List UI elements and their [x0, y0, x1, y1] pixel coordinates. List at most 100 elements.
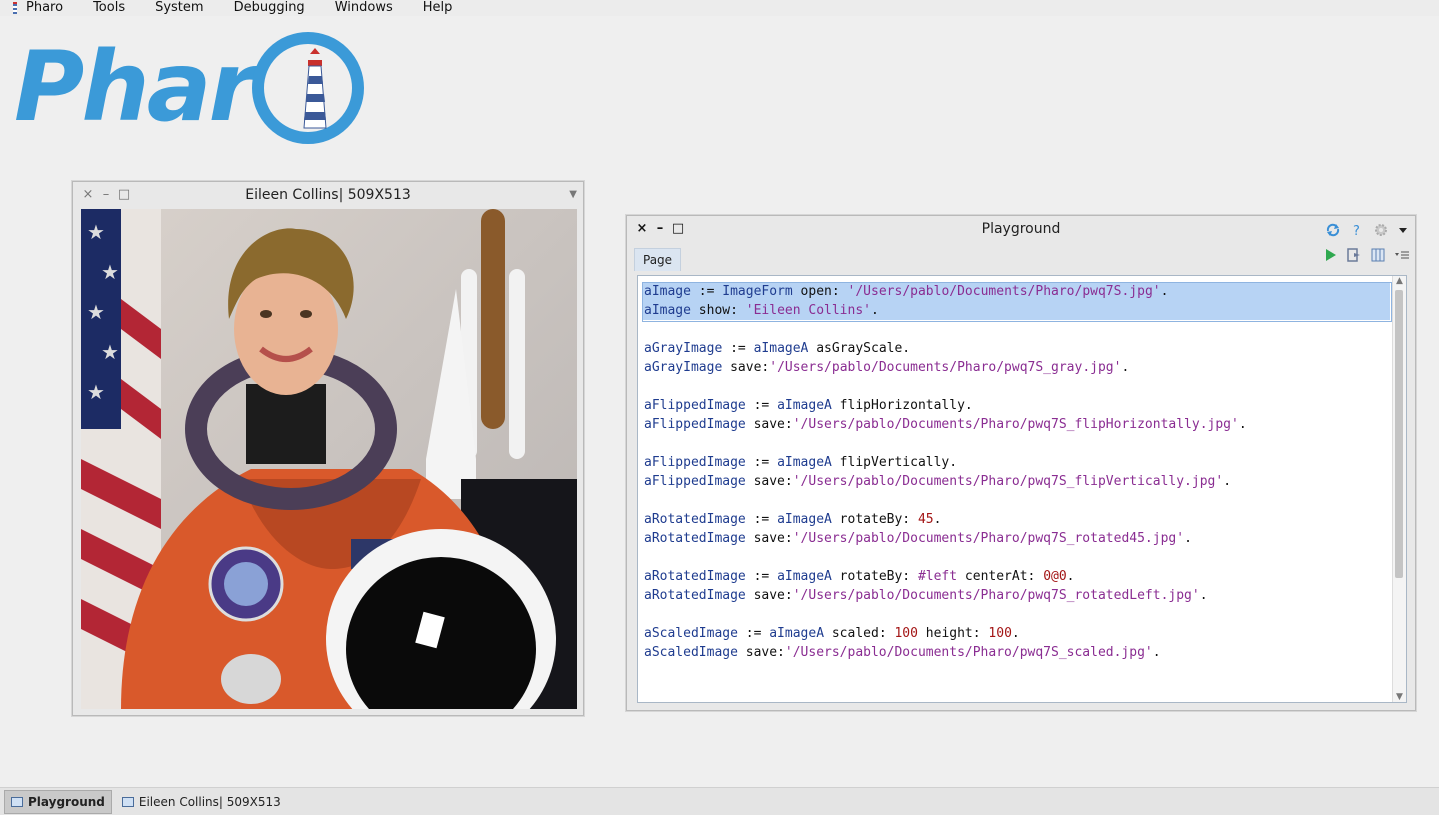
sync-icon[interactable]	[1325, 222, 1341, 238]
code-token: .	[1011, 626, 1020, 641]
code-line[interactable]	[642, 548, 1390, 567]
code-line[interactable]: aGrayImage save:'/Users/pablo/Documents/…	[642, 358, 1390, 377]
svg-text:★: ★	[101, 340, 119, 364]
code-token: 100	[988, 626, 1012, 641]
code-token: aRotatedImage	[644, 569, 746, 584]
code-token: aGrayImage	[644, 341, 723, 356]
code-line[interactable]	[642, 377, 1390, 396]
code-line[interactable]: aImage := ImageForm open: '/Users/pablo/…	[642, 282, 1390, 301]
code-token: open:	[792, 284, 848, 299]
code-token: aScaledImage	[644, 626, 738, 641]
code-token: aFlippedImage	[644, 417, 746, 432]
scroll-down-arrow-icon[interactable]: ▼	[1393, 692, 1406, 702]
scrollbar-thumb[interactable]	[1395, 290, 1403, 578]
menu-debugging[interactable]: Debugging	[234, 0, 305, 16]
code-token: .	[1160, 284, 1169, 299]
close-icon[interactable]: ×	[79, 182, 97, 208]
code-token: .	[1238, 417, 1247, 432]
svg-text:★: ★	[101, 260, 119, 284]
code-token: #left	[917, 569, 958, 584]
code-line[interactable]: aFlippedImage save:'/Users/pablo/Documen…	[642, 472, 1390, 491]
code-token: .	[1066, 569, 1075, 584]
playground-titlebar[interactable]: × – □ Playground ?	[627, 216, 1415, 242]
taskbar-item-label: Playground	[28, 794, 105, 809]
code-token: save:	[745, 531, 793, 546]
scroll-up-arrow-icon[interactable]: ▲	[1393, 276, 1406, 286]
dropdown-arrow-icon[interactable]	[1399, 222, 1407, 238]
code-token: aFlippedImage	[644, 398, 746, 413]
menu-system[interactable]: System	[155, 0, 203, 16]
svg-text:★: ★	[87, 220, 105, 244]
settings-icon[interactable]	[1373, 222, 1389, 238]
code-token: .	[1152, 645, 1161, 660]
code-token: '/Users/pablo/Documents/Pharo/pwq7S_scal…	[784, 645, 1153, 660]
pharo-lighthouse-icon	[13, 2, 17, 14]
menu-icon[interactable]	[1395, 248, 1409, 262]
code-token: aGrayImage	[644, 360, 723, 375]
close-icon[interactable]: ×	[633, 216, 651, 242]
code-token: flipHorizontally.	[831, 398, 973, 413]
svg-text:?: ?	[1353, 224, 1360, 238]
astronaut-photo: ★ ★ ★ ★ ★	[81, 209, 577, 709]
lighthouse-logo-icon	[252, 32, 364, 144]
code-token: :=	[722, 341, 754, 356]
layout-icon[interactable]	[1371, 248, 1385, 262]
image-window-titlebar[interactable]: × – □ Eileen Collins| 509X513 ▼	[73, 182, 583, 208]
code-token: scaled:	[824, 626, 895, 641]
code-token: aScaledImage	[644, 645, 738, 660]
tab-page[interactable]: Page	[634, 248, 682, 271]
code-token: :=	[745, 512, 778, 527]
code-line[interactable]	[642, 320, 1390, 339]
editor-scrollbar[interactable]: ▲ ▼	[1392, 276, 1406, 702]
code-token: aImageA	[777, 569, 832, 584]
code-line[interactable]	[642, 491, 1390, 510]
code-token: :=	[745, 455, 778, 470]
menu-tools[interactable]: Tools	[93, 0, 125, 16]
code-line[interactable]: aScaledImage := aImageA scaled: 100 heig…	[642, 624, 1390, 643]
code-line[interactable]	[642, 434, 1390, 453]
code-token: centerAt:	[957, 569, 1044, 584]
code-token: 45	[917, 512, 934, 527]
playground-window[interactable]: × – □ Playground ? Page aImage:= ImageF…	[626, 215, 1416, 711]
menu-windows[interactable]: Windows	[335, 0, 393, 16]
code-token: asGrayScale.	[808, 341, 911, 356]
code-token: aRotatedImage	[644, 531, 746, 546]
astronaut-photo-illustration: ★ ★ ★ ★ ★	[81, 209, 577, 709]
code-token: :=	[690, 284, 723, 299]
taskbar-item-playground[interactable]: Playground	[4, 789, 112, 814]
code-line[interactable]: aFlippedImage := aImageA flipHorizontall…	[642, 396, 1390, 415]
taskbar-item-eileen-collins[interactable]: Eileen Collins| 509X513	[116, 791, 287, 813]
code-token: ImageForm	[722, 284, 793, 299]
menu-pharo[interactable]: Pharo	[26, 0, 63, 16]
code-token: aImageA	[777, 455, 832, 470]
image-window[interactable]: × – □ Eileen Collins| 509X513 ▼ ★ ★ ★ ★ ★	[72, 181, 584, 716]
window-icon	[121, 796, 134, 807]
maximize-icon[interactable]: □	[115, 182, 133, 208]
minimize-icon[interactable]: –	[97, 182, 115, 208]
code-line[interactable]: aFlippedImage := aImageA flipVertically.	[642, 453, 1390, 472]
menu-help[interactable]: Help	[423, 0, 453, 16]
window-menu-arrow-icon[interactable]: ▼	[569, 182, 577, 208]
code-line[interactable]: aRotatedImage := aImageA rotateBy: 45.	[642, 510, 1390, 529]
code-token: '/Users/pablo/Documents/Pharo/pwq7S_gray…	[769, 360, 1122, 375]
code-token: '/Users/pablo/Documents/Pharo/pwq7S_rota…	[792, 531, 1185, 546]
minimize-icon[interactable]: –	[651, 216, 669, 242]
maximize-icon[interactable]: □	[669, 216, 687, 242]
code-line[interactable]: aRotatedImage := aImageA rotateBy: #left…	[642, 567, 1390, 586]
code-line[interactable]: aRotatedImage save:'/Users/pablo/Documen…	[642, 586, 1390, 605]
code-token: aImageA	[753, 341, 809, 356]
code-line[interactable]: aRotatedImage save:'/Users/pablo/Documen…	[642, 529, 1390, 548]
code-line[interactable]	[642, 605, 1390, 624]
code-text-area[interactable]: aImage := ImageForm open: '/Users/pablo/…	[642, 282, 1390, 662]
menu-bar: Pharo Tools System Debugging Windows Hel…	[0, 0, 1439, 16]
code-line[interactable]: aImage show: 'Eileen Collins'.	[642, 301, 1390, 320]
code-token: aImageA	[777, 512, 832, 527]
help-icon[interactable]: ?	[1351, 222, 1363, 238]
code-line[interactable]: aFlippedImage save:'/Users/pablo/Documen…	[642, 415, 1390, 434]
code-editor[interactable]: aImage := ImageForm open: '/Users/pablo/…	[637, 275, 1407, 703]
code-token: flipVertically.	[831, 455, 958, 470]
code-line[interactable]: aScaledImage save:'/Users/pablo/Document…	[642, 643, 1390, 662]
run-icon[interactable]	[1325, 248, 1337, 262]
code-line[interactable]: aGrayImage := aImageA asGrayScale.	[642, 339, 1390, 358]
bind-icon[interactable]	[1347, 248, 1361, 262]
